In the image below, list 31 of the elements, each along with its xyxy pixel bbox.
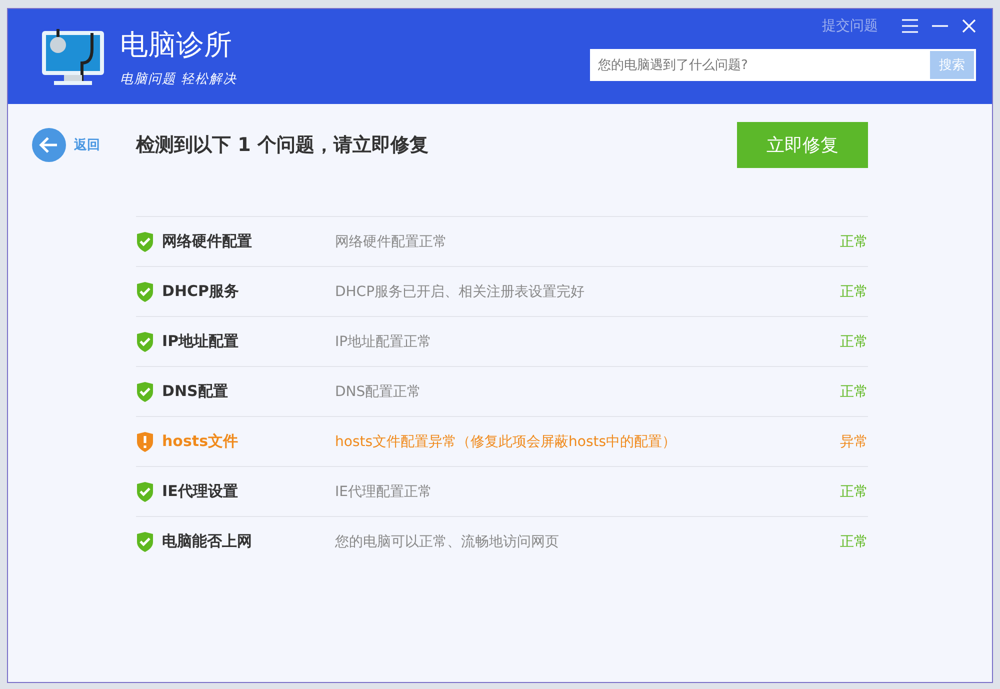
fix-now-button[interactable]: 立即修复	[737, 122, 868, 168]
feedback-link[interactable]: 提交问题	[822, 17, 878, 35]
check-name: 网络硬件配置	[162, 232, 253, 251]
check-name: DHCP服务	[162, 282, 240, 301]
check-detail: 网络硬件配置正常	[335, 232, 448, 250]
check-result: 正常	[840, 282, 868, 300]
menu-icon[interactable]	[902, 19, 918, 33]
search-field[interactable]: 您的电脑遇到了什么问题? 搜索	[590, 49, 976, 81]
check-result: 正常	[840, 482, 868, 500]
check-detail: IE代理配置正常	[335, 482, 433, 500]
check-detail: hosts文件配置异常（修复此项会屏蔽hosts中的配置）	[335, 432, 678, 450]
check-name: IP地址配置	[162, 332, 240, 351]
check-detail: IP地址配置正常	[335, 332, 433, 350]
check-result: 异常	[840, 432, 868, 450]
summary-text: 检测到以下 1 个问题，请立即修复	[136, 133, 430, 158]
slogan: 电脑问题 轻松解决	[120, 70, 238, 88]
back-link[interactable]: 返回	[74, 136, 100, 154]
check-name: 电脑能否上网	[162, 532, 253, 551]
app-name: 电脑诊所	[120, 26, 233, 62]
check-detail: 您的电脑可以正常、流畅地访问网页	[335, 532, 560, 550]
check-name: DNS配置	[162, 382, 229, 401]
check-detail: DHCP服务已开启、相关注册表设置完好	[335, 282, 586, 300]
check-result: 正常	[840, 232, 868, 250]
check-name: hosts文件	[162, 432, 240, 451]
check-result: 正常	[840, 332, 868, 350]
check-result: 正常	[840, 382, 868, 400]
close-icon[interactable]	[962, 19, 976, 33]
search-button[interactable]: 搜索	[930, 51, 974, 79]
check-name: IE代理设置	[162, 482, 239, 501]
check-result: 正常	[840, 532, 868, 550]
check-detail: DNS配置正常	[335, 382, 422, 400]
